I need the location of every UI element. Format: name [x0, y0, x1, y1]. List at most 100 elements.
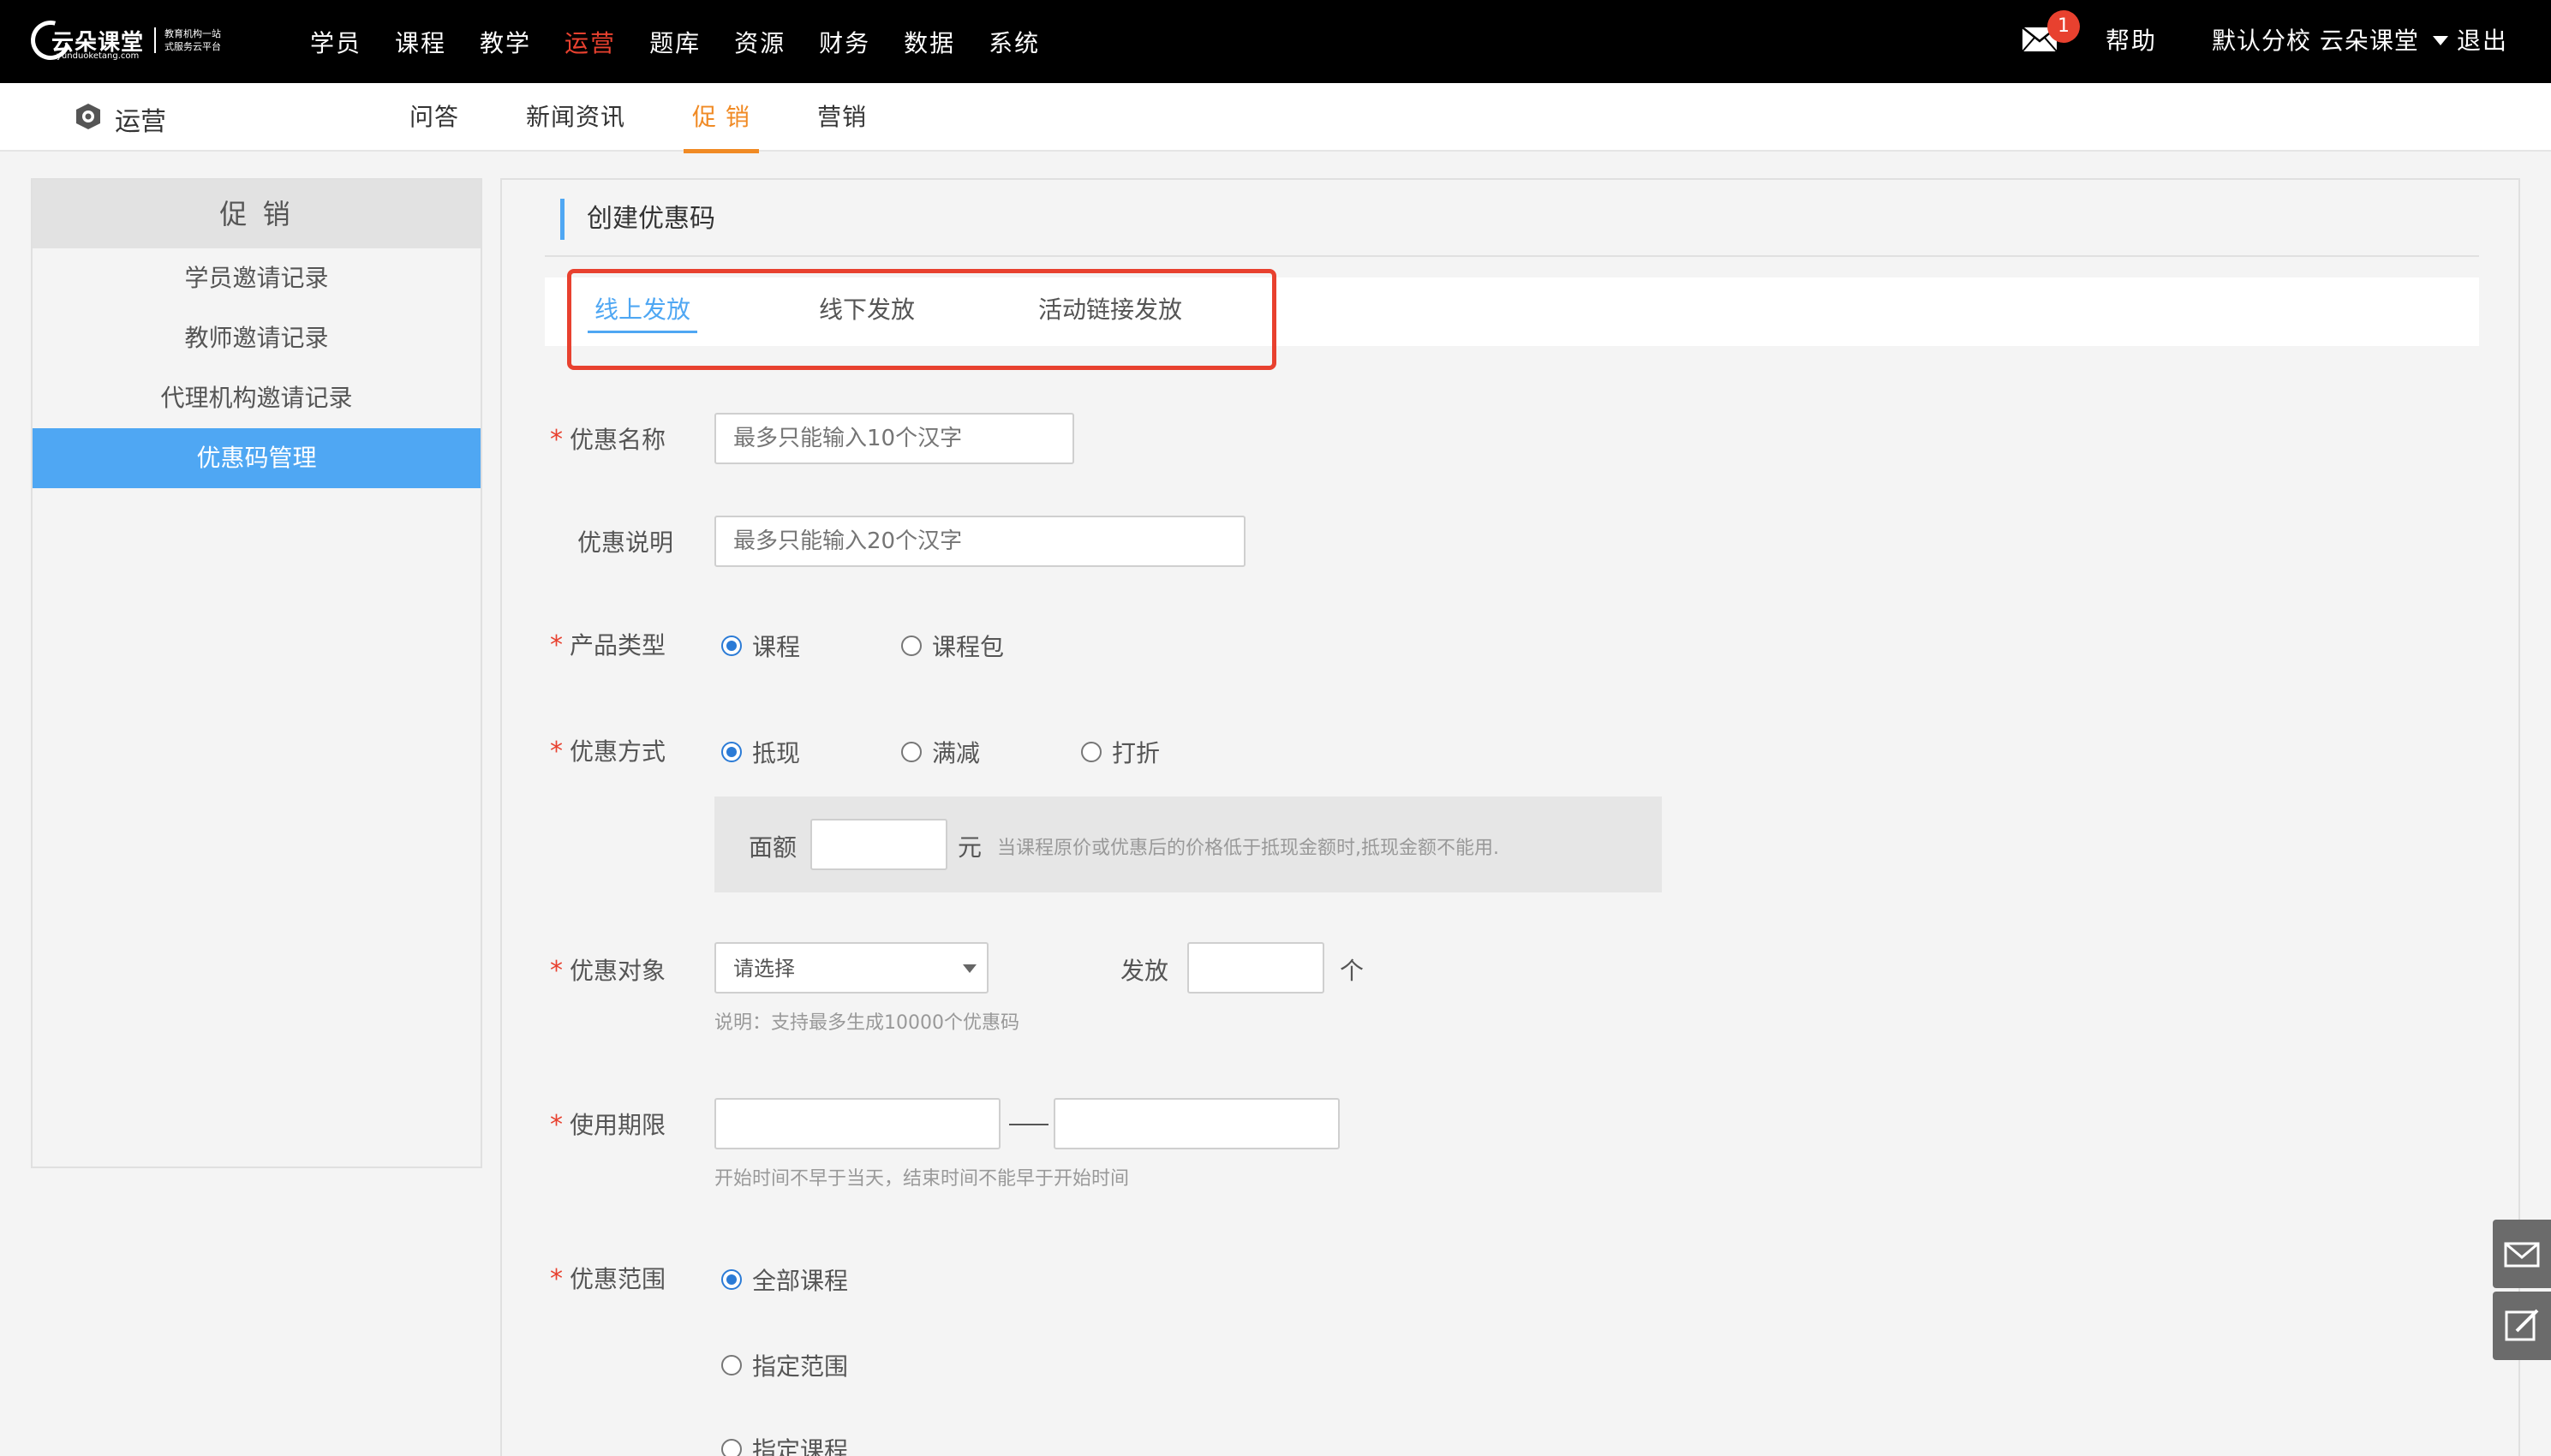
sub-navigation-bar: 运营 问答 新闻资讯 促 销 营销	[0, 83, 2551, 153]
radio-discount-percent[interactable]: 打折	[1081, 735, 1160, 769]
radio-label: 全部课程	[752, 1267, 849, 1295]
radio-discount-threshold[interactable]: 满减	[901, 735, 980, 769]
subnav-item-promotion[interactable]: 促 销	[684, 83, 759, 153]
radio-label: 指定课程	[752, 1436, 849, 1456]
radio-label: 打折	[1112, 739, 1161, 767]
radio-label: 满减	[932, 739, 981, 767]
brand-tagline-line-2: 式服务云平台	[164, 41, 222, 52]
date-range-separator	[1009, 1124, 1048, 1125]
radio-label: 指定范围	[752, 1352, 849, 1381]
nav-item-system[interactable]: 系统	[989, 25, 1040, 59]
float-edit-button[interactable]	[2493, 1292, 2551, 1360]
radio-checked-icon	[721, 636, 742, 656]
start-date-input[interactable]	[714, 1098, 1001, 1149]
radio-checked-icon	[721, 742, 742, 762]
target-label-text: 优惠对象	[570, 957, 666, 985]
required-marker: *	[550, 1110, 563, 1140]
radio-scope-course[interactable]: 指定课程	[721, 1432, 848, 1456]
required-marker: *	[550, 956, 563, 986]
nav-item-finance[interactable]: 财务	[819, 25, 870, 59]
top-navigation-bar: 云朵课堂 教育机构一站 式服务云平台 yunduoketang.com 学员 课…	[0, 0, 2551, 83]
issue-count-input[interactable]	[1187, 942, 1324, 994]
radio-label: 课程	[752, 633, 801, 661]
target-hint: 说明：支持最多生成10000个优惠码	[714, 1012, 1019, 1034]
amount-label: 面额	[749, 833, 798, 862]
radio-scope-all[interactable]: 全部课程	[721, 1262, 848, 1297]
required-marker: *	[550, 1264, 563, 1294]
coupon-name-input[interactable]	[714, 413, 1074, 464]
title-divider	[545, 255, 2479, 257]
subnav-item-marketing[interactable]: 营销	[817, 83, 867, 152]
radio-checked-icon	[721, 1269, 742, 1290]
amount-unit: 元	[958, 833, 983, 862]
radio-label: 抵现	[752, 739, 801, 767]
nav-item-resources[interactable]: 资源	[734, 25, 786, 59]
target-label: * 优惠对象	[550, 952, 666, 987]
required-marker: *	[550, 425, 563, 455]
radio-unchecked-icon	[901, 742, 922, 762]
issue-count-unit: 个	[1340, 957, 1365, 985]
product-type-label: * 产品类型	[550, 627, 666, 661]
help-link[interactable]: 帮助	[2106, 22, 2157, 57]
issue-count-label: 发放	[1120, 957, 1169, 985]
section-title: 运营	[115, 107, 166, 137]
radio-discount-cash[interactable]: 抵现	[721, 735, 800, 769]
desc-label: 优惠说明	[577, 528, 674, 557]
sidebar: 促 销 学员邀请记录 教师邀请记录 代理机构邀请记录 优惠码管理	[31, 178, 482, 1168]
nav-item-question-bank[interactable]: 题库	[649, 25, 701, 59]
edit-icon	[2505, 1309, 2539, 1341]
period-label: * 使用期限	[550, 1107, 666, 1141]
nav-item-students[interactable]: 学员	[310, 25, 361, 59]
brand-tagline: 教育机构一站 式服务云平台	[154, 27, 221, 53]
main-panel: 创建优惠码 线上发放 线下发放 活动链接发放 *优惠名称 优惠说明 *产品类型 …	[500, 178, 2520, 1456]
mail-count-badge: 1	[2047, 10, 2080, 43]
operations-section-icon	[76, 104, 100, 129]
brand-tagline-line-1: 教育机构一站	[164, 28, 222, 39]
sidebar-item-teacher-invites[interactable]: 教师邀请记录	[33, 308, 481, 368]
amount-input[interactable]	[810, 819, 947, 870]
brand-url: yunduoketang.com	[57, 51, 140, 61]
amount-hint: 当课程原价或优惠后的价格低于抵现金额时,抵现金额不能用.	[997, 838, 1499, 859]
radio-label: 课程包	[932, 633, 1005, 661]
discount-type-label: * 优惠方式	[550, 733, 666, 767]
radio-unchecked-icon	[721, 1355, 742, 1375]
nav-item-operations[interactable]: 运营	[565, 25, 616, 59]
page-title: 创建优惠码	[560, 199, 715, 240]
required-marker: *	[550, 630, 563, 660]
end-date-input[interactable]	[1054, 1098, 1340, 1149]
nav-item-courses[interactable]: 课程	[395, 25, 446, 59]
scope-label: * 优惠范围	[550, 1261, 666, 1295]
branch-switcher[interactable]: 默认分校 云朵课堂	[2212, 22, 2419, 57]
main-nav: 学员 课程 教学 运营 题库 资源 财务 数据 系统	[310, 0, 1073, 83]
nav-item-data[interactable]: 数据	[904, 25, 955, 59]
name-label: * 优惠名称	[550, 421, 666, 456]
chevron-down-icon[interactable]	[2433, 36, 2448, 45]
target-select[interactable]: 请选择	[714, 942, 989, 994]
required-marker: *	[550, 737, 563, 767]
brand-logo[interactable]: 云朵课堂 教育机构一站 式服务云平台 yunduoketang.com	[23, 12, 221, 69]
sidebar-header: 促 销	[33, 180, 481, 248]
discount-type-label-text: 优惠方式	[570, 737, 666, 766]
radio-unchecked-icon	[721, 1439, 742, 1456]
sidebar-item-coupon-management[interactable]: 优惠码管理	[33, 428, 481, 488]
sidebar-item-agency-invites[interactable]: 代理机构邀请记录	[33, 368, 481, 428]
name-label-text: 优惠名称	[570, 426, 666, 454]
period-hint: 开始时间不早于当天，结束时间不能早于开始时间	[714, 1168, 1130, 1190]
tabs-highlight-annotation	[567, 269, 1276, 370]
radio-scope-range[interactable]: 指定范围	[721, 1348, 848, 1382]
mail-icon	[2504, 1242, 2540, 1268]
radio-product-course[interactable]: 课程	[721, 629, 800, 663]
product-type-label-text: 产品类型	[570, 631, 666, 659]
nav-item-teaching[interactable]: 教学	[480, 25, 531, 59]
radio-product-package[interactable]: 课程包	[901, 629, 1004, 663]
float-mail-button[interactable]	[2493, 1220, 2551, 1288]
scope-label-text: 优惠范围	[570, 1265, 666, 1293]
sidebar-item-student-invites[interactable]: 学员邀请记录	[33, 248, 481, 308]
subnav-item-qa[interactable]: 问答	[409, 83, 459, 152]
radio-unchecked-icon	[1081, 742, 1102, 762]
coupon-description-input[interactable]	[714, 516, 1246, 567]
chevron-down-icon	[963, 964, 977, 973]
sub-nav: 问答 新闻资讯 促 销 营销	[409, 83, 934, 153]
subnav-item-news[interactable]: 新闻资讯	[526, 83, 625, 152]
logout-link[interactable]: 退出	[2457, 22, 2508, 57]
